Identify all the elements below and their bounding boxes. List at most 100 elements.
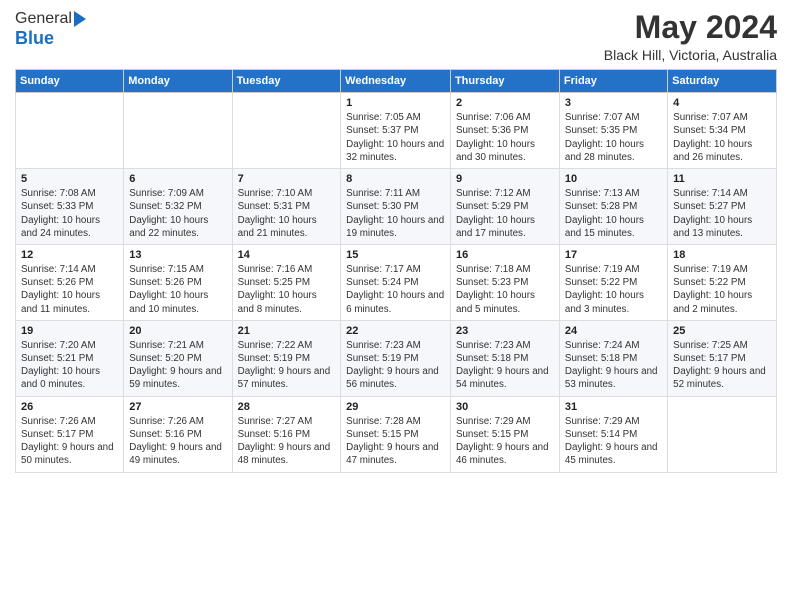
day-info: Sunrise: 7:28 AM Sunset: 5:15 PM Dayligh… bbox=[346, 415, 445, 468]
day-number: 3 bbox=[565, 97, 662, 109]
page: General Blue May 2024 Black Hill, Victor… bbox=[0, 0, 792, 612]
day-number: 21 bbox=[238, 325, 336, 337]
table-row: 25 Sunrise: 7:25 AM Sunset: 5:17 PM Dayli… bbox=[668, 320, 777, 396]
day-info: Sunrise: 7:09 AM Sunset: 5:32 PM Dayligh… bbox=[129, 187, 226, 240]
day-info: Sunrise: 7:18 AM Sunset: 5:23 PM Dayligh… bbox=[456, 263, 554, 316]
day-number: 23 bbox=[456, 325, 554, 337]
table-row: 4 Sunrise: 7:07 AM Sunset: 5:34 PM Daylig… bbox=[668, 93, 777, 169]
table-row: 1Sunrise: 7:05 AM Sunset: 5:37 PM Daylig… bbox=[341, 93, 451, 169]
table-row: 13 Sunrise: 7:15 AM Sunset: 5:26 PM Dayli… bbox=[124, 244, 232, 320]
day-number: 18 bbox=[673, 249, 771, 261]
table-row: 9 Sunrise: 7:12 AM Sunset: 5:29 PM Daylig… bbox=[450, 169, 559, 245]
day-info: Sunrise: 7:27 AM Sunset: 5:16 PM Dayligh… bbox=[238, 415, 336, 468]
calendar-header-row: Sunday Monday Tuesday Wednesday Thursday… bbox=[16, 70, 777, 93]
table-row: 14Sunrise: 7:16 AM Sunset: 5:25 PM Dayli… bbox=[232, 244, 341, 320]
table-row: 3 Sunrise: 7:07 AM Sunset: 5:35 PM Daylig… bbox=[559, 93, 667, 169]
table-row: 20 Sunrise: 7:21 AM Sunset: 5:20 PM Dayli… bbox=[124, 320, 232, 396]
calendar-week-row: 26 Sunrise: 7:26 AM Sunset: 5:17 PM Dayli… bbox=[16, 396, 777, 472]
day-info: Sunrise: 7:26 AM Sunset: 5:17 PM Dayligh… bbox=[21, 415, 118, 468]
logo-arrow-icon bbox=[74, 11, 86, 27]
day-info: Sunrise: 7:07 AM Sunset: 5:34 PM Dayligh… bbox=[673, 111, 771, 164]
table-row: 2 Sunrise: 7:06 AM Sunset: 5:36 PM Daylig… bbox=[450, 93, 559, 169]
day-info: Sunrise: 7:24 AM Sunset: 5:18 PM Dayligh… bbox=[565, 339, 662, 392]
day-number: 20 bbox=[129, 325, 226, 337]
day-number: 10 bbox=[565, 173, 662, 185]
table-row: 21 Sunrise: 7:22 AM Sunset: 5:19 PM Dayli… bbox=[232, 320, 341, 396]
table-row: 12 Sunrise: 7:14 AM Sunset: 5:26 PM Dayli… bbox=[16, 244, 124, 320]
day-number: 1 bbox=[346, 97, 445, 109]
calendar-week-row: 12 Sunrise: 7:14 AM Sunset: 5:26 PM Dayli… bbox=[16, 244, 777, 320]
calendar-week-row: 1Sunrise: 7:05 AM Sunset: 5:37 PM Daylig… bbox=[16, 93, 777, 169]
day-info: Sunrise: 7:07 AM Sunset: 5:35 PM Dayligh… bbox=[565, 111, 662, 164]
day-info: Sunrise: 7:06 AM Sunset: 5:36 PM Dayligh… bbox=[456, 111, 554, 164]
day-number: 17 bbox=[565, 249, 662, 261]
day-info: Sunrise: 7:08 AM Sunset: 5:33 PM Dayligh… bbox=[21, 187, 118, 240]
table-row: 6 Sunrise: 7:09 AM Sunset: 5:32 PM Daylig… bbox=[124, 169, 232, 245]
table-row: 5 Sunrise: 7:08 AM Sunset: 5:33 PM Daylig… bbox=[16, 169, 124, 245]
table-row: 8Sunrise: 7:11 AM Sunset: 5:30 PM Daylig… bbox=[341, 169, 451, 245]
day-number: 9 bbox=[456, 173, 554, 185]
table-row: 10 Sunrise: 7:13 AM Sunset: 5:28 PM Dayli… bbox=[559, 169, 667, 245]
day-number: 27 bbox=[129, 401, 226, 413]
table-row: 17 Sunrise: 7:19 AM Sunset: 5:22 PM Dayli… bbox=[559, 244, 667, 320]
table-row: 30 Sunrise: 7:29 AM Sunset: 5:15 PM Dayli… bbox=[450, 396, 559, 472]
day-number: 25 bbox=[673, 325, 771, 337]
day-number: 26 bbox=[21, 401, 118, 413]
day-number: 30 bbox=[456, 401, 554, 413]
table-row bbox=[16, 93, 124, 169]
day-number: 31 bbox=[565, 401, 662, 413]
day-number: 7 bbox=[238, 173, 336, 185]
day-info: Sunrise: 7:29 AM Sunset: 5:15 PM Dayligh… bbox=[456, 415, 554, 468]
table-row: 11 Sunrise: 7:14 AM Sunset: 5:27 PM Dayli… bbox=[668, 169, 777, 245]
calendar-week-row: 5 Sunrise: 7:08 AM Sunset: 5:33 PM Daylig… bbox=[16, 169, 777, 245]
table-row: 22Sunrise: 7:23 AM Sunset: 5:19 PM Dayli… bbox=[341, 320, 451, 396]
calendar-body: 1Sunrise: 7:05 AM Sunset: 5:37 PM Daylig… bbox=[16, 93, 777, 472]
day-info: Sunrise: 7:10 AM Sunset: 5:31 PM Dayligh… bbox=[238, 187, 336, 240]
day-info: Sunrise: 7:14 AM Sunset: 5:26 PM Dayligh… bbox=[21, 263, 118, 316]
day-info: Sunrise: 7:19 AM Sunset: 5:22 PM Dayligh… bbox=[565, 263, 662, 316]
day-info: Sunrise: 7:23 AM Sunset: 5:19 PM Dayligh… bbox=[346, 339, 445, 392]
day-number: 15 bbox=[346, 249, 445, 261]
day-number: 4 bbox=[673, 97, 771, 109]
day-number: 13 bbox=[129, 249, 226, 261]
col-header-sunday: Sunday bbox=[16, 70, 124, 93]
table-row: 7 Sunrise: 7:10 AM Sunset: 5:31 PM Daylig… bbox=[232, 169, 341, 245]
col-header-thursday: Thursday bbox=[450, 70, 559, 93]
day-number: 11 bbox=[673, 173, 771, 185]
col-header-saturday: Saturday bbox=[668, 70, 777, 93]
logo-general-text: General bbox=[15, 10, 72, 28]
day-info: Sunrise: 7:13 AM Sunset: 5:28 PM Dayligh… bbox=[565, 187, 662, 240]
logo-blue-text: Blue bbox=[15, 28, 54, 49]
day-info: Sunrise: 7:25 AM Sunset: 5:17 PM Dayligh… bbox=[673, 339, 771, 392]
table-row: 26 Sunrise: 7:26 AM Sunset: 5:17 PM Dayli… bbox=[16, 396, 124, 472]
col-header-friday: Friday bbox=[559, 70, 667, 93]
title-block: May 2024 Black Hill, Victoria, Australia bbox=[604, 10, 777, 63]
day-info: Sunrise: 7:29 AM Sunset: 5:14 PM Dayligh… bbox=[565, 415, 662, 468]
table-row: 18Sunrise: 7:19 AM Sunset: 5:22 PM Dayli… bbox=[668, 244, 777, 320]
col-header-monday: Monday bbox=[124, 70, 232, 93]
day-number: 5 bbox=[21, 173, 118, 185]
day-info: Sunrise: 7:21 AM Sunset: 5:20 PM Dayligh… bbox=[129, 339, 226, 392]
day-number: 28 bbox=[238, 401, 336, 413]
day-info: Sunrise: 7:14 AM Sunset: 5:27 PM Dayligh… bbox=[673, 187, 771, 240]
col-header-wednesday: Wednesday bbox=[341, 70, 451, 93]
calendar-table: Sunday Monday Tuesday Wednesday Thursday… bbox=[15, 69, 777, 472]
day-number: 12 bbox=[21, 249, 118, 261]
day-number: 2 bbox=[456, 97, 554, 109]
header: General Blue May 2024 Black Hill, Victor… bbox=[15, 10, 777, 63]
table-row: 19Sunrise: 7:20 AM Sunset: 5:21 PM Dayli… bbox=[16, 320, 124, 396]
day-number: 6 bbox=[129, 173, 226, 185]
calendar-week-row: 19Sunrise: 7:20 AM Sunset: 5:21 PM Dayli… bbox=[16, 320, 777, 396]
table-row: 23 Sunrise: 7:23 AM Sunset: 5:18 PM Dayli… bbox=[450, 320, 559, 396]
table-row bbox=[232, 93, 341, 169]
location-title: Black Hill, Victoria, Australia bbox=[604, 47, 777, 63]
day-number: 14 bbox=[238, 249, 336, 261]
day-info: Sunrise: 7:12 AM Sunset: 5:29 PM Dayligh… bbox=[456, 187, 554, 240]
day-info: Sunrise: 7:15 AM Sunset: 5:26 PM Dayligh… bbox=[129, 263, 226, 316]
day-info: Sunrise: 7:26 AM Sunset: 5:16 PM Dayligh… bbox=[129, 415, 226, 468]
day-info: Sunrise: 7:20 AM Sunset: 5:21 PM Dayligh… bbox=[21, 339, 118, 392]
day-info: Sunrise: 7:23 AM Sunset: 5:18 PM Dayligh… bbox=[456, 339, 554, 392]
table-row bbox=[124, 93, 232, 169]
table-row: 31 Sunrise: 7:29 AM Sunset: 5:14 PM Dayli… bbox=[559, 396, 667, 472]
day-info: Sunrise: 7:22 AM Sunset: 5:19 PM Dayligh… bbox=[238, 339, 336, 392]
